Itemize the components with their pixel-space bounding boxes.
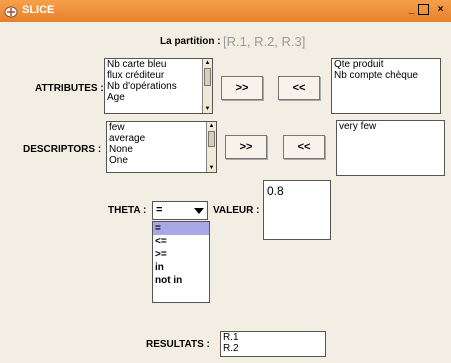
descriptors-add-button[interactable]: >>: [225, 135, 267, 159]
attributes-add-button[interactable]: >>: [221, 76, 263, 100]
resultats-list[interactable]: R.1 R.2: [220, 331, 326, 357]
list-item[interactable]: average: [107, 133, 216, 144]
partition-label: La partition :: [160, 36, 221, 47]
theta-option[interactable]: =: [153, 222, 209, 235]
partition-value: [R.1, R.2, R.3]: [223, 34, 306, 49]
list-item[interactable]: few: [107, 122, 216, 133]
attributes-remove-button[interactable]: <<: [278, 76, 320, 100]
theta-option[interactable]: not in: [153, 274, 209, 287]
maximize-button[interactable]: [418, 4, 429, 15]
minimize-button[interactable]: _: [405, 3, 418, 16]
descriptors-scrollbar[interactable]: ▲ ▼: [206, 122, 216, 172]
scroll-down-icon[interactable]: ▼: [208, 165, 215, 171]
theta-selected-value: =: [156, 204, 163, 216]
theta-label: THETA :: [108, 205, 147, 216]
list-item[interactable]: very few: [337, 121, 444, 132]
attributes-label: ATTRIBUTES :: [35, 83, 104, 94]
attributes-available-list[interactable]: Nb carte bleu flux créditeur Nb d'opérat…: [104, 58, 213, 114]
scroll-up-icon[interactable]: ▲: [204, 60, 211, 66]
list-item[interactable]: Age: [105, 92, 212, 103]
valeur-value: 0.8: [267, 184, 284, 198]
scroll-down-icon[interactable]: ▼: [204, 106, 211, 112]
title-bar: SLICE _ ×: [0, 0, 451, 22]
theta-option[interactable]: >=: [153, 248, 209, 261]
theta-dropdown-list[interactable]: = <= >= in not in: [152, 221, 210, 303]
list-item: R.1: [223, 332, 239, 343]
list-item[interactable]: Nb compte chèque: [332, 70, 440, 81]
scroll-up-icon[interactable]: ▲: [208, 123, 215, 129]
scroll-thumb[interactable]: [208, 131, 215, 147]
chevron-down-icon[interactable]: [194, 208, 204, 214]
close-button[interactable]: ×: [434, 3, 447, 16]
list-item[interactable]: flux créditeur: [105, 70, 212, 81]
descriptors-remove-button[interactable]: <<: [283, 135, 325, 159]
list-item[interactable]: Nb carte bleu: [105, 59, 212, 70]
attributes-scrollbar[interactable]: ▲ ▼: [202, 59, 212, 113]
app-icon: [4, 6, 18, 18]
descriptors-selected-list[interactable]: very few: [336, 120, 445, 176]
window-title: SLICE: [22, 4, 55, 16]
resultats-label: RESULTATS :: [146, 339, 210, 350]
theta-option[interactable]: <=: [153, 235, 209, 248]
descriptors-available-list[interactable]: few average None One ▲ ▼: [106, 121, 217, 173]
list-item[interactable]: Qte produit: [332, 59, 440, 70]
list-item: R.2: [223, 343, 239, 354]
attributes-selected-list[interactable]: Qte produit Nb compte chèque: [331, 58, 441, 114]
valeur-input[interactable]: 0.8: [263, 180, 331, 240]
theta-option[interactable]: in: [153, 261, 209, 274]
list-item[interactable]: Nb d'opérations: [105, 81, 212, 92]
descriptors-label: DESCRIPTORS :: [23, 144, 102, 155]
scroll-thumb[interactable]: [204, 68, 211, 86]
list-item[interactable]: None: [107, 144, 216, 155]
valeur-label: VALEUR :: [213, 205, 260, 216]
theta-select[interactable]: =: [152, 201, 208, 220]
list-item[interactable]: One: [107, 155, 216, 166]
